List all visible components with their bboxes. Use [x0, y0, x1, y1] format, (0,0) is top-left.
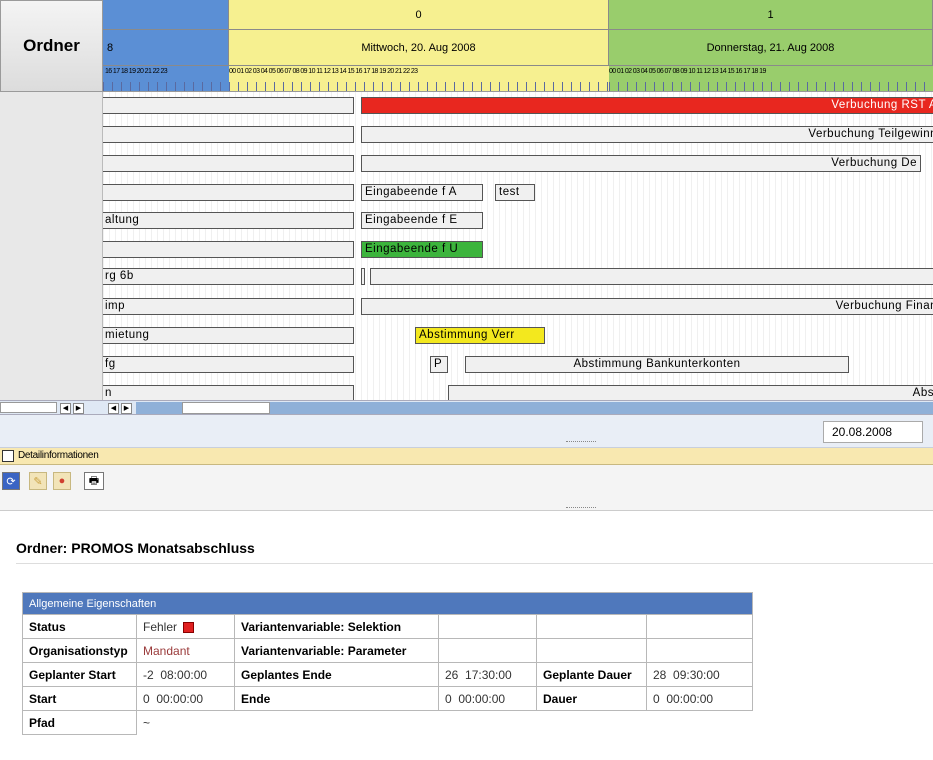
task-bar-highlight[interactable]: Abstimmung Verr [415, 327, 545, 344]
planned-end-value: 26 17:30:00 [438, 662, 537, 687]
task-bar[interactable]: Eingabeende f A [361, 184, 483, 201]
task-bar-marker[interactable] [361, 268, 365, 285]
table-row: Organisationstyp Mandant Variantenvariab… [22, 638, 753, 663]
task-bar[interactable]: fg [103, 356, 354, 373]
task-bar[interactable] [103, 184, 354, 201]
task-bar[interactable] [103, 126, 354, 143]
planned-duration-value: 28 09:30:00 [646, 662, 753, 687]
hour-labels-thu: 00 01 02 03 04 05 06 07 08 09 10 11 12 1… [609, 68, 766, 75]
hour-labels-prev: 16 17 18 19 20 21 22 23 [105, 68, 168, 75]
task-bar-error[interactable]: Verbuchung RST A [361, 97, 933, 114]
detail-icon [2, 450, 14, 462]
day-index-prev [103, 0, 229, 30]
planned-duration-label: Geplante Dauer [536, 662, 647, 687]
task-bar[interactable]: mietung [103, 327, 354, 344]
refresh-icon[interactable]: ⟳ [2, 472, 20, 490]
org-type-label: Organisationstyp [22, 638, 137, 663]
empty-cell [536, 614, 647, 639]
path-label: Pfad [22, 710, 137, 735]
print-icon[interactable]: 🖶 [84, 472, 104, 490]
table-row: Geplanter Start -2 08:00:00 Geplantes En… [22, 662, 753, 687]
table-row: Status Fehler Variantenvariable: Selekti… [22, 614, 753, 639]
day-index-thu: 1 [609, 0, 933, 30]
table-row: Start 0 00:00:00 Ende 0 00:00:00 Dauer 0… [22, 686, 753, 711]
variant-parameter-label: Variantenvariable: Parameter [234, 638, 439, 663]
splitter-handle[interactable] [566, 507, 596, 509]
scroll-left-icon[interactable]: ◀ [108, 403, 119, 414]
end-value: 0 00:00:00 [438, 686, 537, 711]
scroll-left-icon[interactable]: ◀ [60, 403, 71, 414]
day-index-wed: 0 [229, 0, 609, 30]
detail-panel-header: Detailinformationen [0, 448, 933, 465]
duration-value: 0 00:00:00 [646, 686, 753, 711]
stop-icon[interactable]: ● [53, 472, 71, 490]
empty-cell [646, 638, 753, 663]
task-bar[interactable]: Verbuchung De [361, 155, 921, 172]
detail-header-label: Detailinformationen [18, 450, 99, 461]
task-bar[interactable]: Abstimmung Bankunterkonten [465, 356, 849, 373]
task-bar[interactable]: altung [103, 212, 354, 229]
page-title: Ordner: PROMOS Monatsabschluss [16, 540, 255, 556]
empty-cell [536, 638, 647, 663]
planned-end-label: Geplantes Ende [234, 662, 439, 687]
status-text: Fehler [143, 619, 178, 634]
task-bar[interactable]: Abs [448, 385, 933, 400]
duration-label: Dauer [536, 686, 647, 711]
error-icon [183, 621, 195, 633]
hour-labels-wed: 00 01 02 03 04 05 06 07 08 09 10 11 12 1… [229, 68, 418, 75]
task-bar-done[interactable]: Eingabeende f U [361, 241, 483, 258]
start-label: Start [22, 686, 137, 711]
horizontal-scrollbar[interactable]: ◀ ▶ ◀ ▶ [0, 400, 933, 415]
day-label-prev: 8 [103, 30, 229, 66]
divider [16, 563, 933, 564]
start-value: 0 00:00:00 [136, 686, 235, 711]
scroll-right-icon[interactable]: ▶ [121, 403, 132, 414]
task-bar[interactable]: rg 6b [103, 268, 354, 285]
date-bar: 20.08.2008 [0, 415, 933, 448]
variant-selection-value [438, 614, 537, 639]
date-field[interactable]: 20.08.2008 [823, 421, 923, 443]
scroll-right-icon[interactable]: ▶ [73, 403, 84, 414]
task-bar[interactable] [103, 155, 354, 172]
status-label: Status [22, 614, 137, 639]
task-bar[interactable] [370, 268, 933, 285]
task-bar-p[interactable]: P [430, 356, 448, 373]
task-bar[interactable] [103, 97, 354, 114]
task-bar[interactable]: Verbuchung Finan [361, 298, 933, 315]
task-bar[interactable]: test [495, 184, 535, 201]
task-bar[interactable]: Eingabeende f E [361, 212, 483, 229]
ordner-button[interactable]: Ordner [0, 0, 103, 92]
scroll-track-left[interactable] [0, 402, 57, 413]
variant-parameter-value [438, 638, 537, 663]
hour-row-wed: 00 01 02 03 04 05 06 07 08 09 10 11 12 1… [229, 66, 609, 92]
variant-selection-label: Variantenvariable: Selektion [234, 614, 439, 639]
path-value: ~ [136, 710, 753, 735]
status-value: Fehler [136, 614, 235, 639]
empty-cell [646, 614, 753, 639]
planned-start-value: -2 08:00:00 [136, 662, 235, 687]
left-column [0, 92, 103, 400]
hour-row-thu: 00 01 02 03 04 05 06 07 08 09 10 11 12 1… [609, 66, 933, 92]
pencil-icon[interactable]: ✎ [29, 472, 47, 490]
planned-start-label: Geplanter Start [22, 662, 137, 687]
gantt-chart: Verbuchung RST A Verbuchung Teilgewinn V… [103, 92, 933, 400]
org-type-value: Mandant [136, 638, 235, 663]
task-bar[interactable]: n [103, 385, 354, 400]
hour-row-prev: 16 17 18 19 20 21 22 23 [103, 66, 229, 92]
table-row: Pfad ~ [22, 710, 753, 735]
properties-table: Allgemeine Eigenschaften Status Fehler V… [22, 592, 753, 735]
day-label-thu: Donnerstag, 21. Aug 2008 [609, 30, 933, 66]
task-bar[interactable]: imp [103, 298, 354, 315]
detail-toolbar: ⟳ ✎ ● 🖶 [0, 465, 933, 511]
scroll-thumb[interactable] [182, 402, 270, 414]
day-label-wed: Mittwoch, 20. Aug 2008 [229, 30, 609, 66]
task-bar[interactable]: Verbuchung Teilgewinn [361, 126, 933, 143]
splitter-handle[interactable] [566, 441, 596, 443]
table-section-header: Allgemeine Eigenschaften [22, 592, 753, 615]
task-bar[interactable] [103, 241, 354, 258]
end-label: Ende [234, 686, 439, 711]
